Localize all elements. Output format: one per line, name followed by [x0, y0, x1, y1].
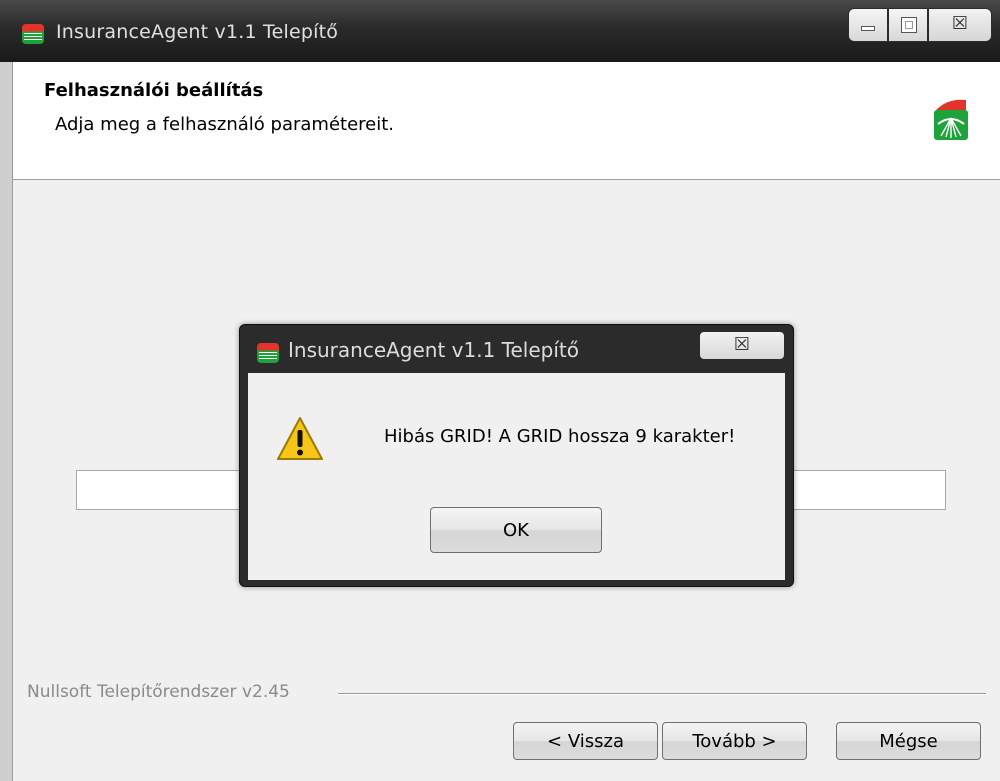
close-icon: ☒: [951, 13, 969, 34]
next-button[interactable]: Tovább >: [662, 722, 807, 760]
installer-logo-icon: [257, 343, 279, 363]
minimize-button[interactable]: [848, 8, 888, 42]
page-header: Felhasználói beállítás Adja meg a felhas…: [13, 62, 1000, 180]
dialog-title: InsuranceAgent v1.1 Telepítő: [288, 338, 579, 362]
brand-logo-icon: [934, 99, 968, 140]
branding-divider: [338, 693, 986, 695]
close-button[interactable]: ☒: [928, 8, 992, 42]
ok-button[interactable]: OK: [430, 507, 602, 553]
warning-icon: [277, 417, 323, 460]
installer-logo-icon: [22, 24, 44, 44]
page-subtitle: Adja meg a felhasználó paramétereit.: [55, 114, 395, 135]
close-icon: ☒: [733, 334, 751, 355]
dialog-body: Hibás GRID! A GRID hossza 9 karakter! OK: [248, 373, 785, 580]
dialog-message: Hibás GRID! A GRID hossza 9 karakter!: [384, 426, 736, 447]
back-button[interactable]: < Vissza: [513, 722, 658, 760]
page-title: Felhasználói beállítás: [44, 80, 264, 101]
window-left-border: [0, 62, 13, 781]
maximize-icon: [901, 17, 917, 33]
nsis-branding: Nullsoft Telepítőrendszer v2.45: [27, 682, 290, 702]
title-bar[interactable]: InsuranceAgent v1.1 Telepítő ☒: [0, 0, 1000, 62]
cancel-button[interactable]: Mégse: [836, 722, 981, 760]
error-dialog: InsuranceAgent v1.1 Telepítő ☒ Hibás GRI…: [239, 324, 794, 587]
maximize-button[interactable]: [888, 8, 928, 42]
minimize-icon: [861, 26, 875, 31]
window-title: InsuranceAgent v1.1 Telepítő: [56, 21, 339, 43]
window-controls: ☒: [848, 8, 992, 42]
dialog-close-button[interactable]: ☒: [699, 331, 785, 360]
